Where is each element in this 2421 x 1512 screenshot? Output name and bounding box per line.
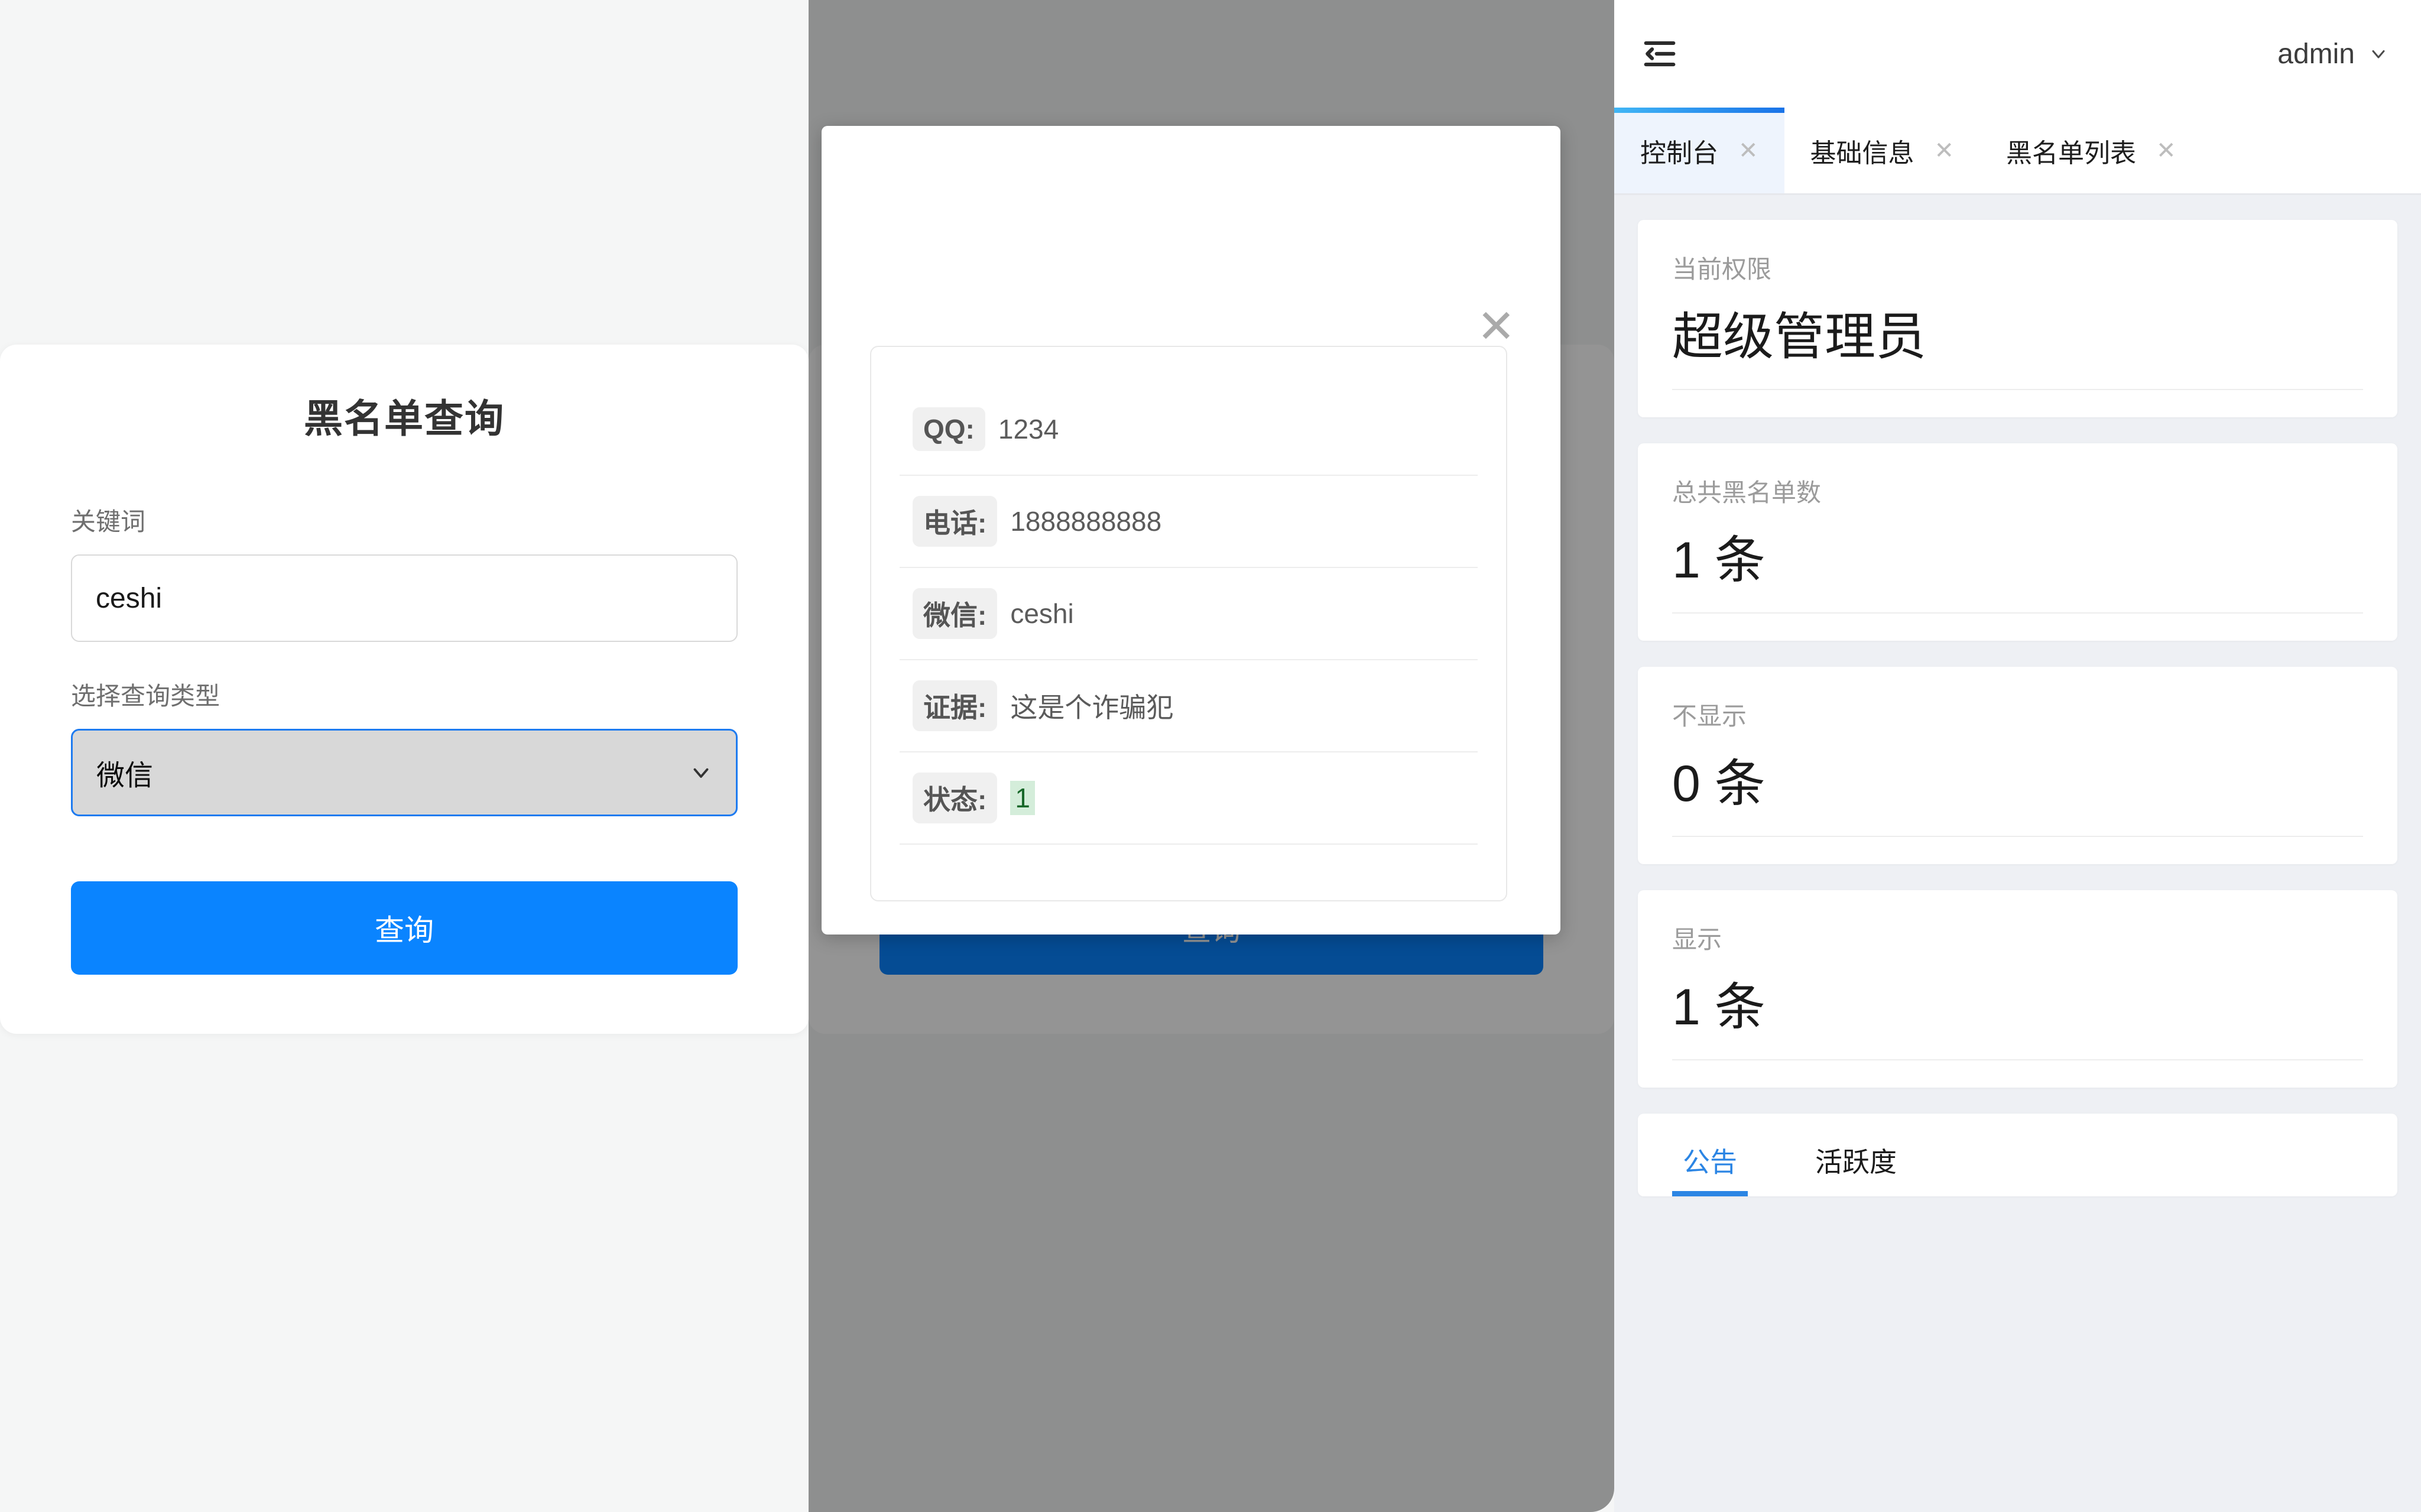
stat-label: 不显示 (1672, 702, 1747, 730)
tab-console[interactable]: 控制台 ✕ (1614, 108, 1784, 193)
detail-value: 1888888888 (1010, 506, 1162, 537)
keyword-input[interactable]: ceshi (71, 554, 738, 642)
bottom-tab-card: 公告 活跃度 (1638, 1114, 2397, 1196)
detail-key: 微信: (913, 588, 998, 639)
stat-card-permission: 当前权限 超级管理员 (1638, 220, 2397, 417)
stat-card-hidden: 不显示 0 条 (1638, 667, 2397, 864)
stat-card-total: 总共黑名单数 1 条 (1638, 443, 2397, 641)
detail-list: QQ: 1234 电话: 1888888888 微信: ceshi 证据: 这是… (870, 346, 1507, 901)
query-type-label: 选择查询类型 (71, 682, 220, 710)
stat-label: 总共黑名单数 (1672, 479, 1822, 507)
admin-topbar: admin (1614, 0, 2421, 108)
middle-panel: 黑名单查询 关键词 ceshi 选择查询类型 微信 查询 ✕ QQ: (809, 0, 1614, 1512)
left-panel: 黑名单查询 关键词 ceshi 选择查询类型 微信 查询 (0, 0, 809, 1512)
blacklist-detail-modal: ✕ QQ: 1234 电话: 1888888888 微信: ceshi 证据: … (822, 126, 1560, 935)
detail-value: ceshi (1010, 598, 1074, 629)
close-icon[interactable]: ✕ (1477, 303, 1515, 349)
detail-row: 电话: 1888888888 (900, 476, 1478, 568)
stat-value: 1 条 (1672, 965, 2363, 1060)
tab-label: 基础信息 (1810, 138, 1914, 168)
tab-blacklist-list[interactable]: 黑名单列表 ✕ (1980, 108, 2202, 193)
bottom-tab-announcement[interactable]: 公告 (1672, 1141, 1748, 1196)
status-badge: 1 (1010, 781, 1035, 815)
blacklist-query-card: 黑名单查询 关键词 ceshi 选择查询类型 微信 查询 (0, 345, 809, 1034)
menu-fold-icon[interactable] (1641, 35, 1678, 72)
stat-label: 显示 (1672, 926, 1722, 953)
screen-root: 黑名单查询 关键词 ceshi 选择查询类型 微信 查询 黑名单查询 关键词 c… (0, 0, 2421, 1512)
tab-basic-info[interactable]: 基础信息 ✕ (1784, 108, 1981, 193)
detail-key: 证据: (913, 680, 998, 731)
detail-row: 微信: ceshi (900, 568, 1478, 660)
detail-key: 电话: (913, 496, 998, 547)
close-icon[interactable]: ✕ (1935, 139, 1955, 163)
detail-value: 这是个诈骗犯 (1010, 692, 1174, 723)
search-button[interactable]: 查询 (71, 881, 738, 975)
keyword-label: 关键词 (71, 508, 146, 536)
chevron-down-icon (2368, 43, 2389, 64)
detail-key: QQ: (913, 407, 985, 451)
user-menu[interactable]: admin (2277, 38, 2389, 70)
stat-card-list: 当前权限 超级管理员 总共黑名单数 1 条 不显示 0 条 显示 1 条 公告 … (1614, 195, 2421, 1196)
right-panel: admin 控制台 ✕ 基础信息 ✕ 黑名单列表 ✕ 当前权限 超级管理员 总共… (1614, 0, 2421, 1512)
detail-value: 1234 (998, 414, 1059, 444)
stat-label: 当前权限 (1672, 255, 1772, 283)
stat-value: 1 条 (1672, 518, 2363, 614)
page-title: 黑名单查询 (304, 397, 505, 440)
chevron-down-icon (689, 760, 713, 785)
detail-row: 证据: 这是个诈骗犯 (900, 660, 1478, 752)
detail-row: QQ: 1234 (900, 384, 1478, 476)
tab-label: 控制台 (1640, 138, 1718, 168)
query-type-value: 微信 (96, 760, 154, 791)
field-spacer (71, 642, 738, 676)
user-name: admin (2277, 38, 2355, 70)
stat-value: 超级管理员 (1672, 295, 2363, 390)
tab-label: 黑名单列表 (2006, 138, 2137, 168)
query-type-select[interactable]: 微信 (71, 729, 738, 816)
tab-bar: 控制台 ✕ 基础信息 ✕ 黑名单列表 ✕ (1614, 108, 2421, 195)
close-icon[interactable]: ✕ (1738, 139, 1758, 163)
detail-row: 状态: 1 (900, 752, 1478, 845)
stat-value: 0 条 (1672, 742, 2363, 837)
stat-card-shown: 显示 1 条 (1638, 890, 2397, 1088)
detail-key: 状态: (913, 773, 998, 823)
bottom-tab-activity[interactable]: 活跃度 (1805, 1141, 1907, 1196)
close-icon[interactable]: ✕ (2156, 139, 2176, 163)
